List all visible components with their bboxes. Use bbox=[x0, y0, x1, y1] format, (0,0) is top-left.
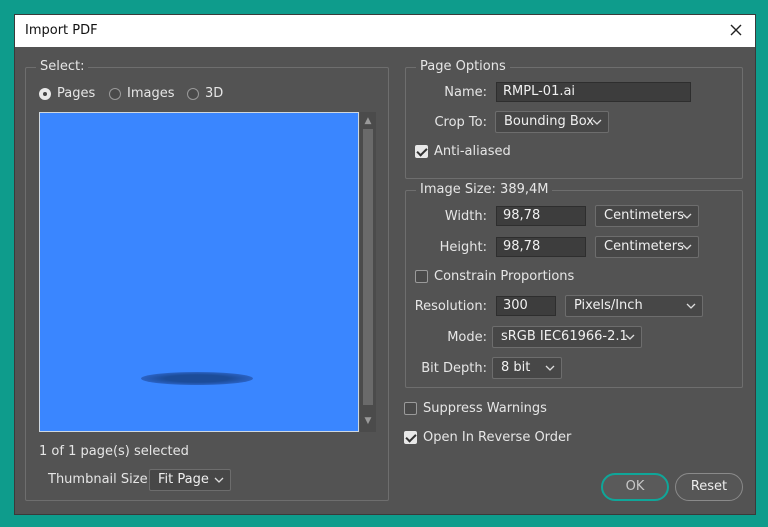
resolution-unit-value: Pixels/Inch bbox=[574, 298, 643, 313]
height-unit-value: Centimeters bbox=[604, 239, 684, 254]
chevron-down-icon bbox=[214, 470, 224, 490]
width-label: Width: bbox=[444, 209, 487, 224]
radio-images-label: Images bbox=[127, 86, 175, 101]
chevron-down-icon bbox=[592, 112, 602, 132]
pages-selected-status: 1 of 1 page(s) selected bbox=[39, 444, 189, 459]
chevron-down-icon bbox=[686, 296, 696, 316]
scroll-thumb[interactable] bbox=[363, 129, 373, 405]
radio-3d-indicator bbox=[187, 87, 199, 100]
constrain-proportions-box bbox=[415, 270, 428, 283]
resolution-field[interactable]: 300 bbox=[496, 296, 556, 316]
bit-depth-label: Bit Depth: bbox=[421, 361, 487, 376]
name-field[interactable]: RMPL-01.ai bbox=[496, 82, 691, 102]
anti-aliased-box bbox=[415, 145, 428, 158]
resolution-unit-select[interactable]: Pixels/Inch bbox=[565, 295, 703, 317]
reset-button[interactable]: Reset bbox=[675, 473, 743, 501]
image-size-legend: Image Size: 389,4M bbox=[416, 182, 553, 197]
anti-aliased-label: Anti-aliased bbox=[434, 144, 511, 159]
width-unit-value: Centimeters bbox=[604, 208, 684, 223]
radio-pages-indicator bbox=[39, 87, 51, 100]
page-options-legend: Page Options bbox=[416, 59, 510, 74]
reverse-order-checkbox[interactable]: Open In Reverse Order bbox=[404, 430, 571, 445]
width-unit-select[interactable]: Centimeters bbox=[595, 205, 699, 227]
chevron-down-icon bbox=[625, 327, 635, 347]
width-field[interactable]: 98,78 bbox=[496, 206, 586, 226]
height-unit-select[interactable]: Centimeters bbox=[595, 236, 699, 258]
constrain-proportions-label: Constrain Proportions bbox=[434, 269, 575, 284]
scroll-up-icon[interactable]: ▲ bbox=[360, 114, 376, 128]
suppress-warnings-checkbox[interactable]: Suppress Warnings bbox=[404, 401, 547, 416]
thumbnail-size-value: Fit Page bbox=[158, 472, 209, 487]
dialog-title: Import PDF bbox=[25, 23, 98, 38]
chevron-down-icon bbox=[682, 206, 692, 226]
name-label: Name: bbox=[444, 85, 487, 100]
suppress-warnings-label: Suppress Warnings bbox=[423, 401, 547, 416]
crop-to-select[interactable]: Bounding Box bbox=[495, 111, 609, 133]
select-legend: Select: bbox=[36, 59, 89, 74]
crop-to-label: Crop To: bbox=[434, 115, 487, 130]
page-thumbnail-preview[interactable] bbox=[39, 112, 359, 432]
radio-pages[interactable]: Pages bbox=[39, 86, 95, 101]
suppress-warnings-box bbox=[404, 402, 417, 415]
crop-to-value: Bounding Box bbox=[504, 114, 595, 129]
thumbnail-shadow-shape bbox=[141, 372, 253, 385]
thumbnail-size-label: Thumbnail Size: bbox=[48, 472, 152, 487]
reverse-order-label: Open In Reverse Order bbox=[423, 430, 572, 445]
height-label: Height: bbox=[439, 240, 487, 255]
title-bar: Import PDF bbox=[15, 15, 755, 47]
constrain-proportions-checkbox[interactable]: Constrain Proportions bbox=[415, 269, 574, 284]
radio-3d[interactable]: 3D bbox=[187, 86, 223, 101]
chevron-down-icon bbox=[545, 358, 555, 378]
preview-scrollbar[interactable]: ▲ ▼ bbox=[360, 112, 376, 432]
mode-label: Mode: bbox=[447, 330, 487, 345]
mode-select[interactable]: sRGB IEC61966-2.1 bbox=[492, 326, 642, 348]
height-field[interactable]: 98,78 bbox=[496, 237, 586, 257]
radio-images[interactable]: Images bbox=[109, 86, 175, 101]
mode-value: sRGB IEC61966-2.1 bbox=[501, 329, 628, 344]
import-pdf-dialog: Import PDF Select: Pages Images 3D ▲ ▼ 1… bbox=[14, 14, 756, 515]
ok-button[interactable]: OK bbox=[601, 473, 669, 501]
close-icon[interactable] bbox=[725, 19, 747, 41]
reverse-order-box bbox=[404, 431, 417, 444]
thumbnail-size-select[interactable]: Fit Page bbox=[149, 469, 231, 491]
scroll-down-icon[interactable]: ▼ bbox=[360, 414, 376, 428]
bit-depth-value: 8 bit bbox=[501, 360, 531, 375]
anti-aliased-checkbox[interactable]: Anti-aliased bbox=[415, 144, 511, 159]
bit-depth-select[interactable]: 8 bit bbox=[492, 357, 562, 379]
resolution-label: Resolution: bbox=[414, 299, 487, 314]
radio-pages-label: Pages bbox=[57, 86, 96, 101]
radio-images-indicator bbox=[109, 87, 121, 100]
chevron-down-icon bbox=[682, 237, 692, 257]
radio-3d-label: 3D bbox=[205, 86, 224, 101]
